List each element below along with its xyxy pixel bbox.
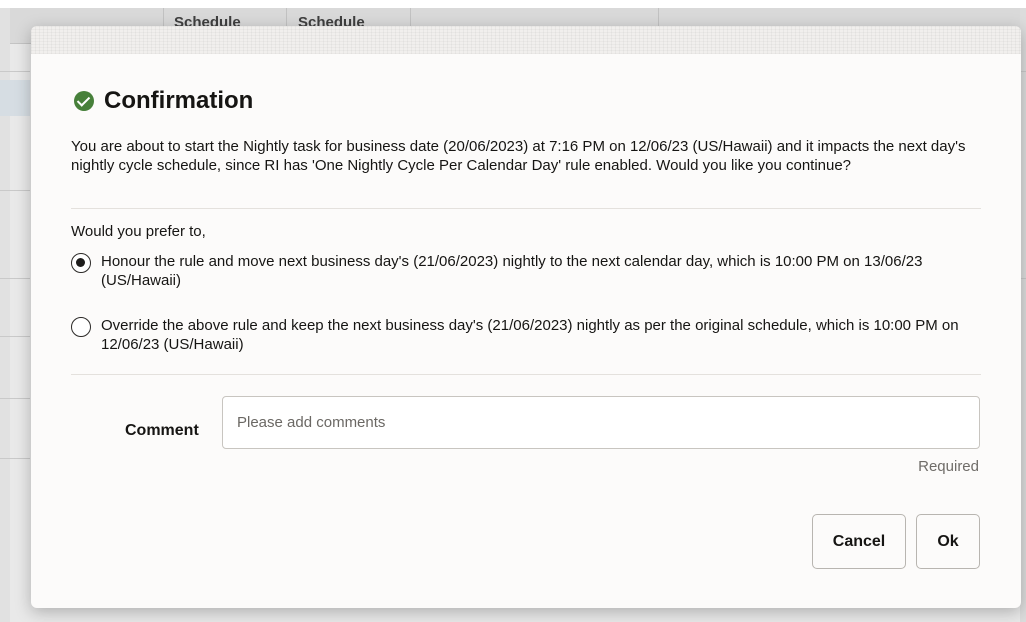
background-top-strip — [0, 0, 1026, 8]
divider — [71, 374, 981, 375]
honour-rule-radio[interactable] — [71, 253, 91, 273]
divider — [71, 208, 981, 209]
option-override-rule[interactable]: Override the above rule and keep the nex… — [71, 316, 981, 354]
dialog-header: Confirmation — [74, 87, 253, 115]
confirmation-message: You are about to start the Nightly task … — [71, 138, 966, 174]
override-rule-label[interactable]: Override the above rule and keep the nex… — [101, 316, 971, 354]
background-row-line — [0, 71, 30, 72]
cancel-button[interactable]: Cancel — [812, 514, 906, 569]
comment-label: Comment — [125, 422, 199, 439]
option-honour-rule[interactable]: Honour the rule and move next business d… — [71, 252, 981, 290]
background-row-line — [0, 336, 30, 337]
background-row-line — [0, 398, 30, 399]
background-row-line — [0, 190, 30, 191]
override-rule-radio[interactable] — [71, 317, 91, 337]
options-prompt: Would you prefer to, — [71, 223, 206, 240]
comment-input[interactable] — [222, 396, 980, 449]
check-circle-icon — [74, 91, 94, 111]
background-selected-row — [0, 80, 30, 116]
background-row-line — [0, 278, 30, 279]
required-hint: Required — [918, 458, 979, 475]
confirmation-dialog: Confirmation You are about to start the … — [31, 26, 1021, 608]
dialog-drag-header[interactable] — [31, 26, 1021, 54]
background-row-line — [0, 458, 30, 459]
dialog-title: Confirmation — [104, 87, 254, 114]
honour-rule-label[interactable]: Honour the rule and move next business d… — [101, 252, 971, 290]
ok-button[interactable]: Ok — [916, 514, 980, 569]
